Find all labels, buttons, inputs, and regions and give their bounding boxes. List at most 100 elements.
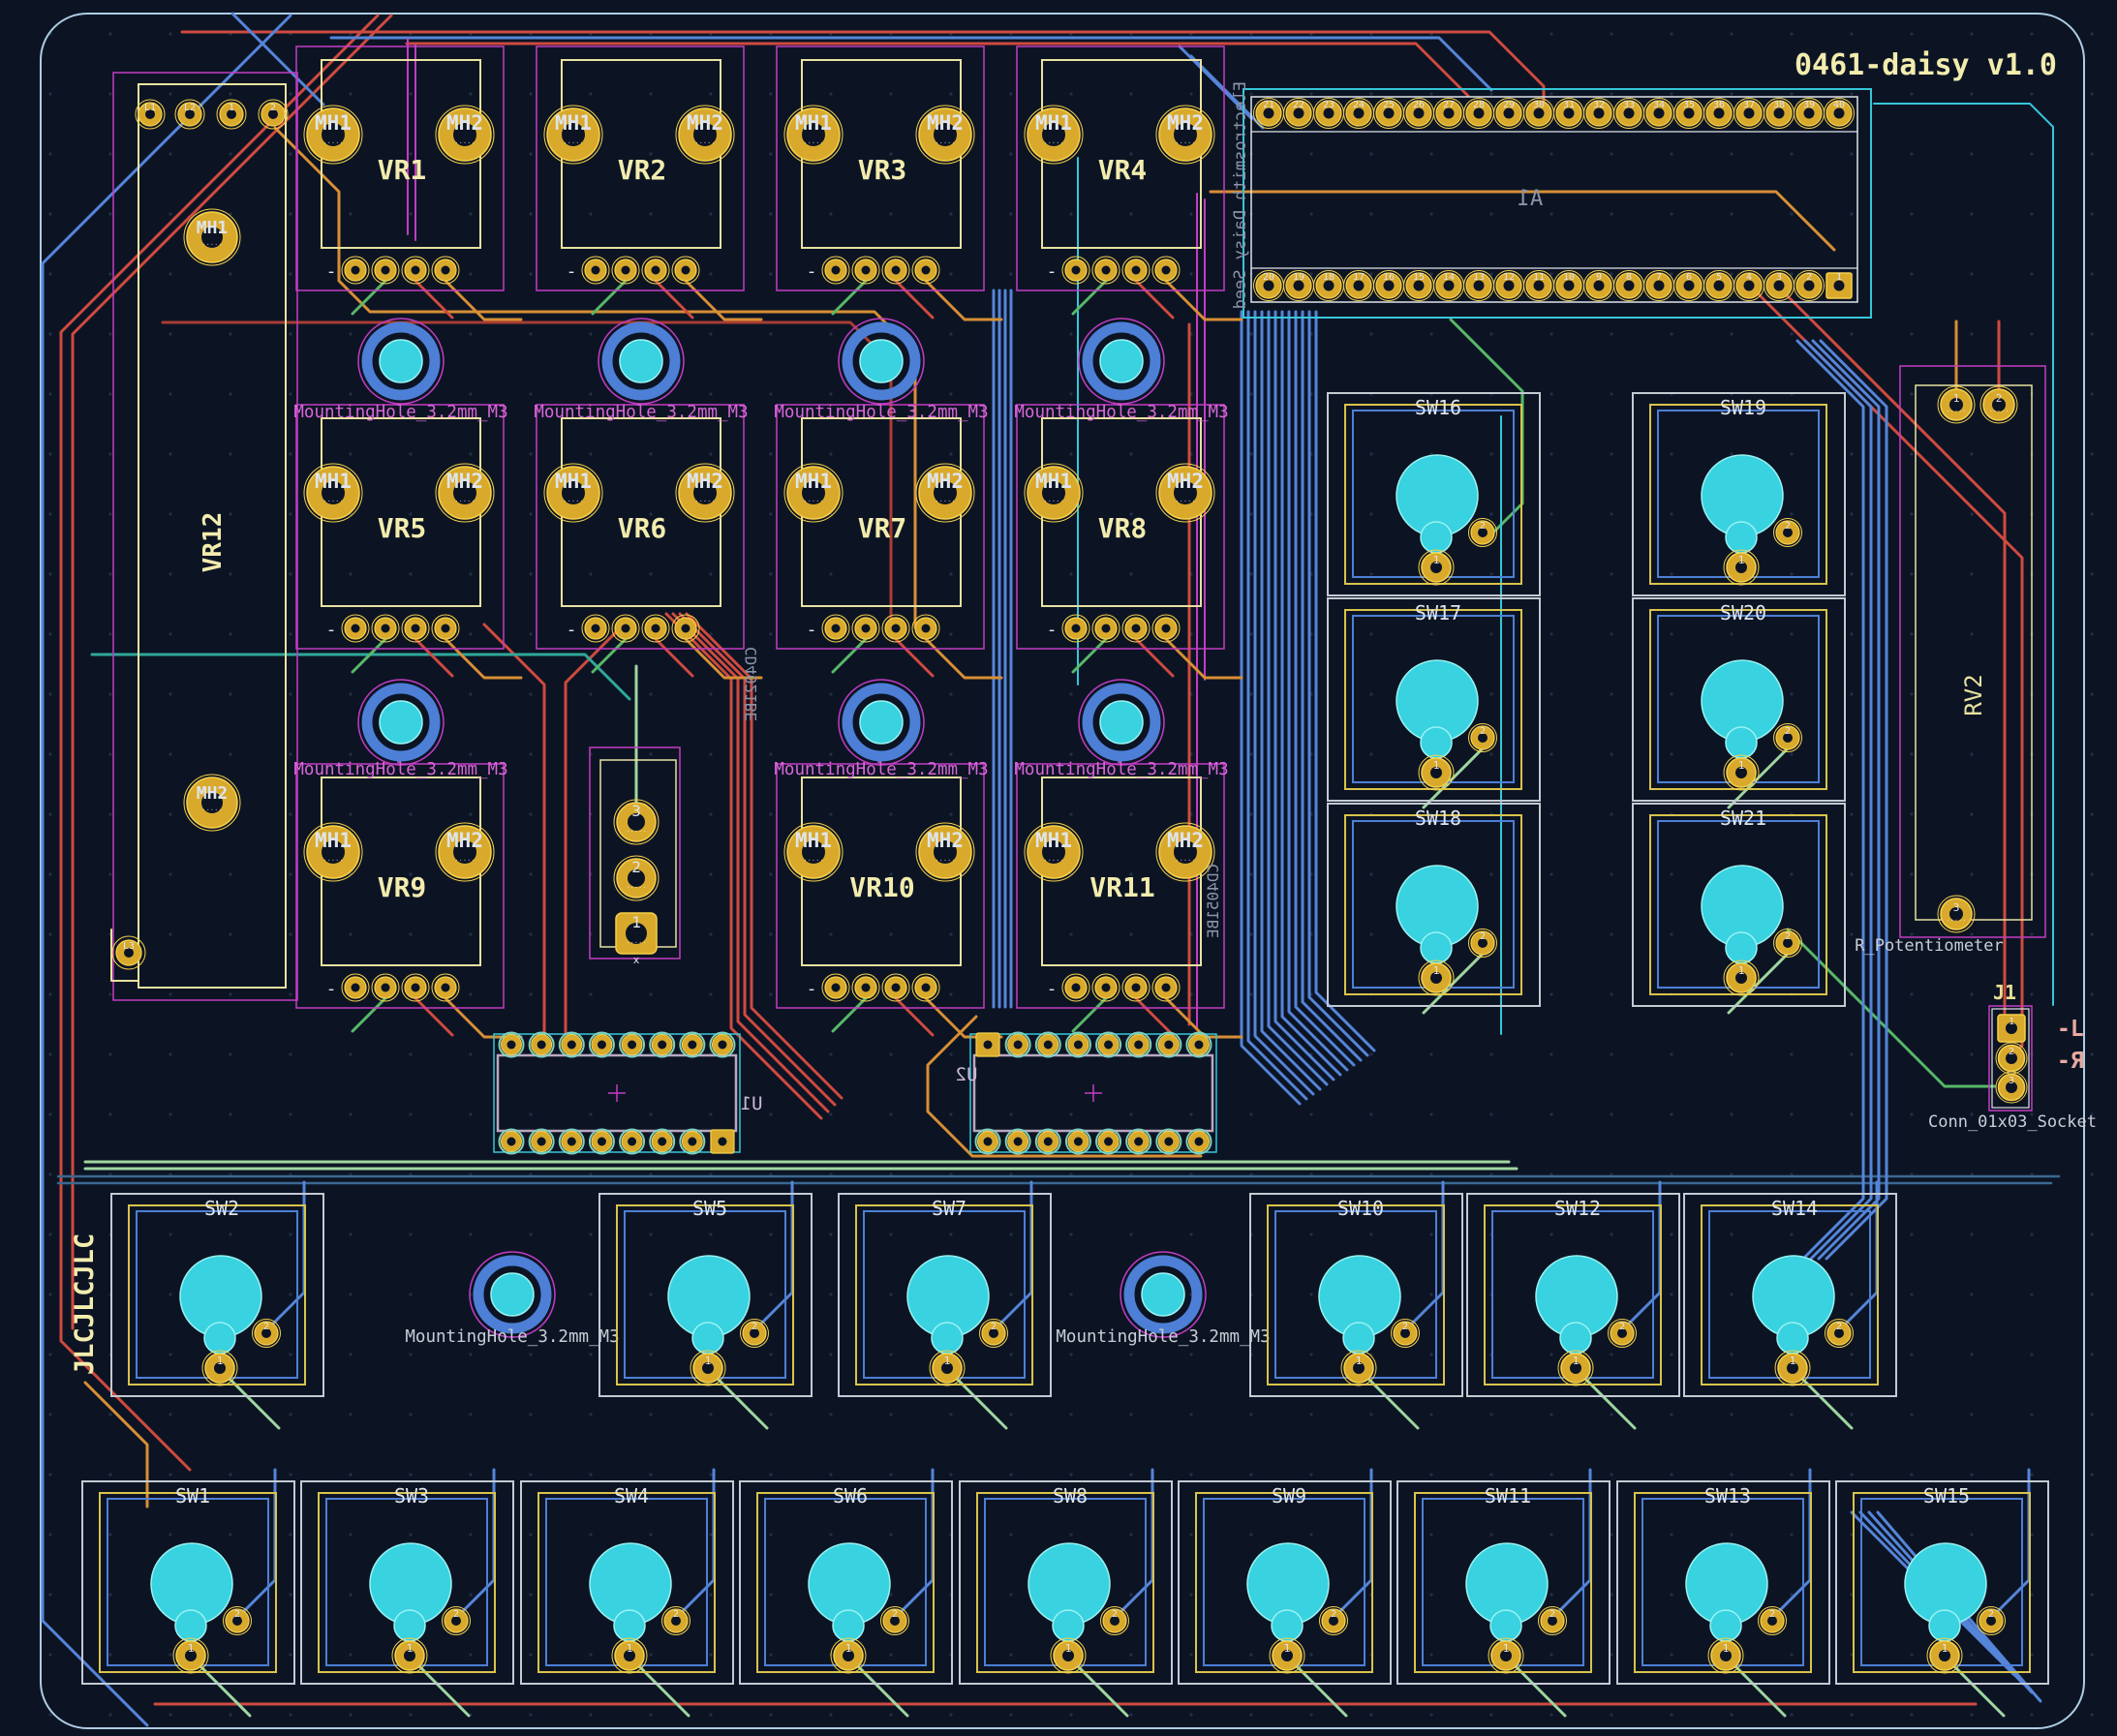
footprint-u1[interactable] (494, 1033, 740, 1154)
copper-trace[interactable] (331, 38, 1491, 90)
footprint-sw19[interactable]: 12SW19 (1633, 393, 1845, 595)
copper-trace[interactable] (1255, 312, 1313, 1094)
copper-trace[interactable] (1120, 1470, 1152, 1613)
copper-trace[interactable] (242, 1470, 275, 1613)
copper-trace[interactable] (926, 639, 1001, 678)
footprint-sw17[interactable]: 12SW17 (1328, 598, 1540, 801)
footprint-vr8[interactable]: MH1·····MH2·····-VR8 (1017, 405, 1224, 649)
copper-trace[interactable] (759, 1182, 792, 1325)
footprint-j1[interactable]: 123 (1989, 1006, 2032, 1111)
copper-trace[interactable] (445, 998, 521, 1037)
footprint-sw6[interactable]: 12SW6 (740, 1481, 952, 1684)
footprint-sw11[interactable]: 12SW11 (1397, 1481, 1610, 1684)
copper-trace[interactable] (1996, 1470, 2029, 1613)
copper-trace[interactable] (223, 1372, 279, 1428)
mounting-hole[interactable]: MountingHole_3.2mm_M3 (1056, 1252, 1270, 1347)
copper-trace[interactable] (851, 1660, 907, 1716)
copper-trace[interactable] (1729, 1660, 1785, 1716)
copper-trace[interactable] (407, 44, 1468, 96)
footprint-sw4[interactable]: 12SW4 (521, 1481, 733, 1684)
mounting-hole[interactable]: MountingHole_3.2mm_M3 (293, 680, 507, 779)
copper-trace[interactable] (833, 998, 866, 1031)
footprint-sw16[interactable]: 12SW16 (1328, 393, 1540, 595)
copper-trace[interactable] (833, 639, 866, 672)
copper-trace[interactable] (1410, 1182, 1443, 1325)
copper-trace[interactable] (593, 281, 626, 314)
copper-trace[interactable] (833, 281, 866, 314)
footprint-sw21[interactable]: 12SW21 (1633, 804, 1845, 1006)
copper-trace[interactable] (163, 322, 891, 631)
footprint-vr6[interactable]: MH1·····MH2·····-VR6 (537, 405, 744, 649)
footprint-sw8[interactable]: 12SW8 (960, 1481, 1172, 1684)
footprint-sw12[interactable]: 12SW12 (1467, 1194, 1679, 1396)
footprint-sw1[interactable]: 12SW1 (82, 1481, 294, 1684)
copper-trace[interactable] (1282, 312, 1340, 1075)
copper-trace[interactable] (950, 1372, 1006, 1428)
copper-trace[interactable] (73, 15, 391, 1328)
copper-trace[interactable] (1242, 312, 1300, 1104)
footprint-vr10[interactable]: MH1·····MH2·····-VR10 (777, 764, 984, 1008)
mounting-hole[interactable]: MountingHole_3.2mm_M3 (774, 680, 988, 779)
footprint-vr9[interactable]: MH1·····MH2·····-VR9 (296, 764, 504, 1008)
copper-trace[interactable] (1338, 1470, 1371, 1613)
copper-trace[interactable] (43, 15, 291, 1725)
footprint-sw14[interactable]: 12SW14 (1684, 1194, 1896, 1396)
mounting-hole[interactable]: MountingHole_3.2mm_M3 (774, 319, 988, 422)
copper-trace[interactable] (194, 1660, 250, 1716)
copper-trace[interactable] (926, 281, 1001, 320)
copper-trace[interactable] (896, 998, 933, 1035)
copper-trace[interactable] (1166, 998, 1242, 1037)
footprint-sw10[interactable]: 12SW10 (1250, 1194, 1462, 1396)
copper-trace[interactable] (1627, 1182, 1660, 1325)
footprint-u2[interactable] (970, 1033, 1216, 1154)
footprint-vr2[interactable]: MH1·····MH2·····-VR2 (537, 46, 744, 290)
copper-trace[interactable] (1509, 1660, 1565, 1716)
copper-trace[interactable] (461, 1470, 494, 1613)
copper-trace[interactable] (415, 639, 452, 676)
copper-trace[interactable] (1795, 1372, 1852, 1428)
copper-trace[interactable] (711, 1372, 767, 1428)
copper-trace[interactable] (1248, 312, 1306, 1099)
footprint-sw9[interactable]: 12SW9 (1179, 1481, 1391, 1684)
footprint-vr3[interactable]: MH1·····MH2·····-VR3 (777, 46, 984, 290)
copper-trace[interactable] (900, 1470, 933, 1613)
footprint-sw20[interactable]: 12SW20 (1633, 598, 1845, 801)
copper-trace[interactable] (1290, 1660, 1346, 1716)
copper-trace[interactable] (271, 1182, 304, 1325)
copper-trace[interactable] (1557, 1470, 1590, 1613)
copper-trace[interactable] (1579, 1372, 1635, 1428)
copper-trace[interactable] (85, 1383, 147, 1507)
footprint-vr5[interactable]: MH1·····MH2·····-VR5 (296, 405, 504, 649)
footprint-daisy-socket[interactable]: 2122232425262728293031323334353637383940… (1243, 89, 1871, 318)
copper-trace[interactable] (445, 281, 521, 320)
copper-trace[interactable] (1136, 639, 1173, 676)
copper-trace[interactable] (1275, 312, 1334, 1080)
copper-trace[interactable] (1289, 312, 1347, 1070)
footprint-sw7[interactable]: 12SW7 (839, 1194, 1051, 1396)
footprint-sw2[interactable]: 12SW2 (111, 1194, 323, 1396)
copper-trace[interactable] (686, 281, 761, 320)
footprint-sw18[interactable]: 12SW18 (1328, 804, 1540, 1006)
mounting-hole[interactable]: MountingHole_3.2mm_M3 (405, 1252, 619, 1347)
footprint-sw5[interactable]: 12SW5 (599, 1194, 812, 1396)
mounting-hole[interactable]: MountingHole_3.2mm_M3 (293, 319, 507, 422)
footprint-sw13[interactable]: 12SW13 (1617, 1481, 1829, 1684)
copper-trace[interactable] (656, 639, 692, 676)
copper-trace[interactable] (445, 639, 521, 678)
copper-trace[interactable] (92, 655, 629, 699)
copper-trace[interactable] (1362, 1372, 1418, 1428)
copper-trace[interactable] (1777, 1470, 1810, 1613)
copper-trace[interactable] (1262, 312, 1320, 1089)
copper-trace[interactable] (484, 624, 544, 1034)
copper-trace[interactable] (1073, 998, 1106, 1031)
copper-trace[interactable] (413, 1660, 469, 1716)
copper-trace[interactable] (1269, 312, 1327, 1084)
footprint-vr11[interactable]: MH1·····MH2·····-VR11 (1017, 764, 1224, 1008)
mounting-hole[interactable]: MountingHole_3.2mm_M3 (534, 319, 748, 422)
footprint-vr7[interactable]: MH1·····MH2·····-VR7 (777, 405, 984, 649)
copper-trace[interactable] (632, 1660, 689, 1716)
copper-trace[interactable] (1136, 998, 1173, 1035)
copper-trace[interactable] (1309, 312, 1367, 1055)
footprint-sw3[interactable]: 12SW3 (301, 1481, 513, 1684)
copper-trace[interactable] (593, 639, 626, 672)
